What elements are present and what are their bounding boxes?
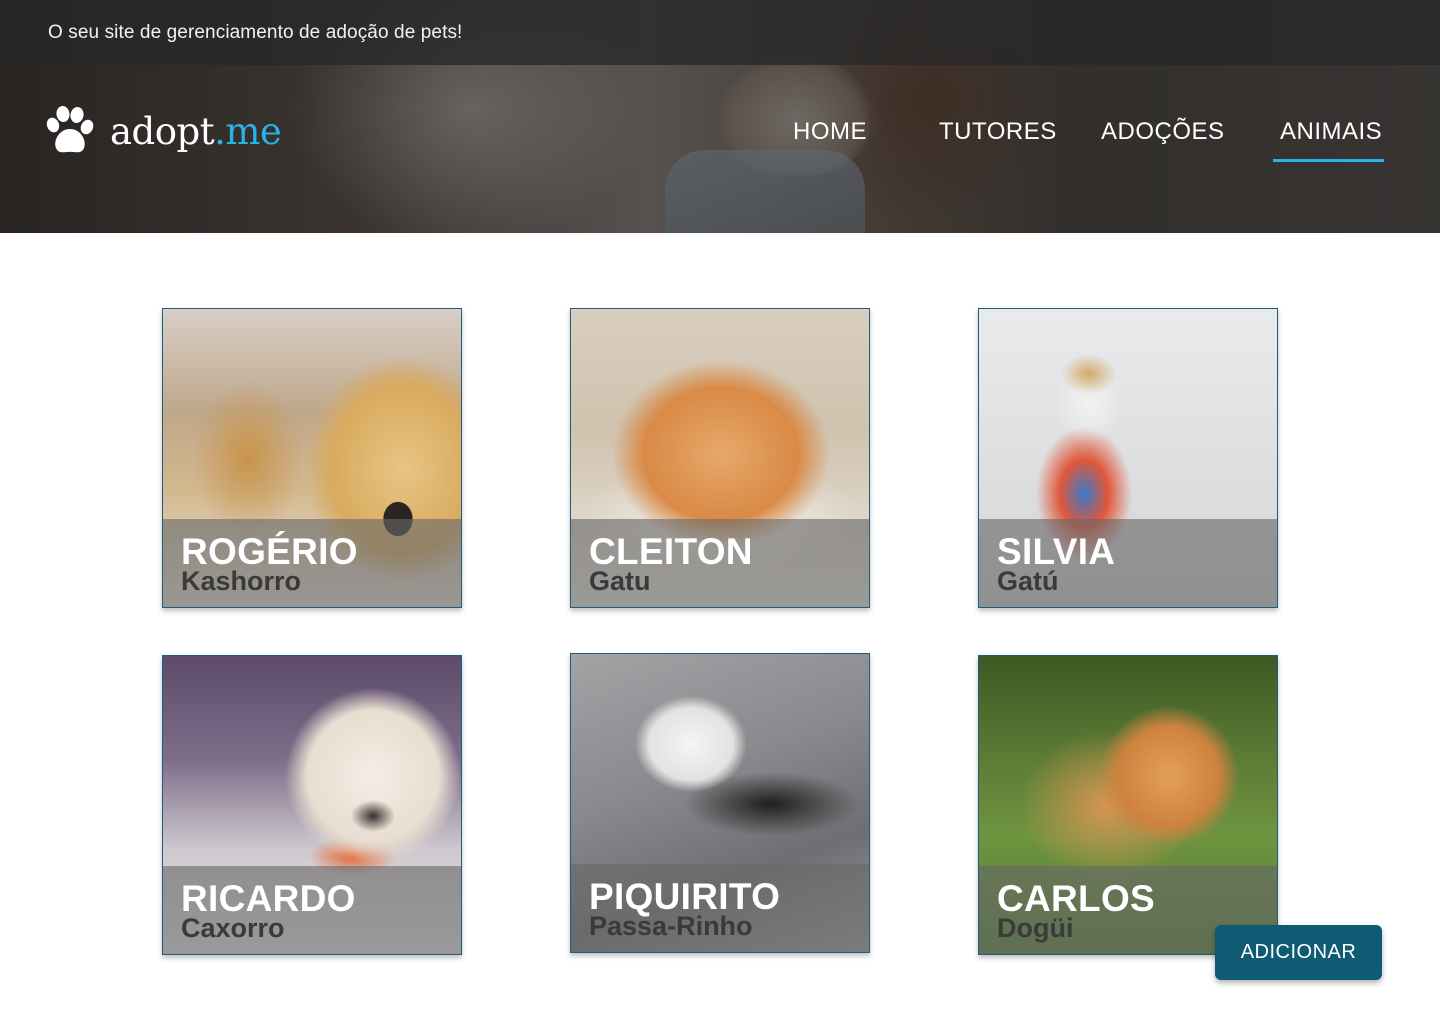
animal-species: Kashorro [181,566,302,596]
nav-active-indicator [1273,159,1384,162]
animal-card[interactable]: SILVIA Gatú [978,308,1278,608]
add-animal-button[interactable]: ADICIONAR [1215,925,1382,980]
nav-adocoes[interactable]: ADOÇÕES [1101,118,1225,146]
animal-species: Gatú [997,566,1059,596]
animal-card[interactable]: CARLOS Dogüi [978,655,1278,955]
nav-animais[interactable]: ANIMAIS [1280,118,1382,146]
animal-card[interactable]: RICARDO Caxorro [162,655,462,955]
animal-species: Gatu [589,566,651,596]
animal-card[interactable]: ROGÉRIO Kashorro [162,308,462,608]
logo[interactable]: adopt.me [44,104,282,158]
hero-header: O seu site de gerenciamento de adoção de… [0,0,1440,233]
tagline: O seu site de gerenciamento de adoção de… [48,22,463,43]
animal-species: Caxorro [181,913,285,943]
paw-icon [46,106,94,153]
nav-tutores[interactable]: TUTORES [939,118,1057,146]
animal-species: Dogüi [997,913,1074,943]
top-bar: O seu site de gerenciamento de adoção de… [0,0,1440,65]
animal-card[interactable]: CLEITON Gatu [570,308,870,608]
nav-home[interactable]: HOME [793,118,867,146]
animal-card[interactable]: PIQUIRITO Passa-Rinho [570,653,870,953]
logo-text: adopt.me [110,109,282,153]
animal-species: Passa-Rinho [589,911,753,941]
